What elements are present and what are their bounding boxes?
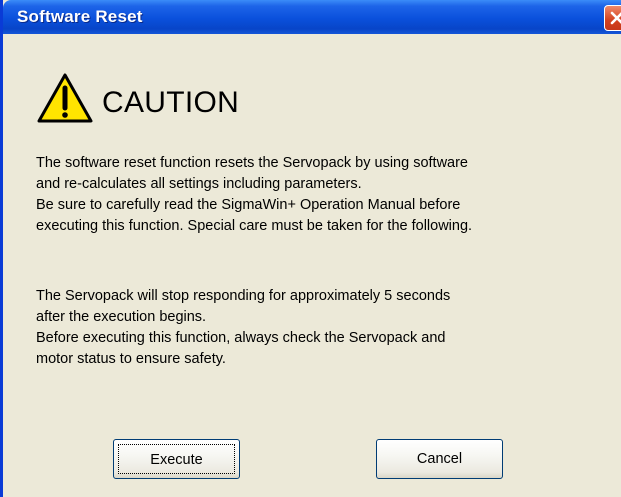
message-line: The software reset function resets the S…: [36, 155, 468, 171]
message-line: and re-calculates all settings including…: [36, 176, 362, 192]
execute-button[interactable]: Execute: [113, 439, 240, 479]
software-reset-dialog: Software Reset CAUTION The software rese…: [0, 0, 621, 497]
window-title: Software Reset: [17, 7, 143, 26]
message-line: executing this function. Special care mu…: [36, 218, 473, 234]
message-line: Before executing this function, always c…: [36, 330, 446, 346]
close-button[interactable]: [604, 5, 621, 31]
message-paragraph-2: The Servopack will stop responding for a…: [36, 286, 616, 370]
message-line: The Servopack will stop responding for a…: [36, 288, 451, 304]
message-line: Be sure to carefully read the SigmaWin+ …: [36, 197, 461, 213]
message-line: after the execution begins.: [36, 309, 207, 325]
message-line: motor status to ensure safety.: [36, 351, 226, 367]
close-icon: [610, 11, 621, 25]
caution-heading: CAUTION: [102, 86, 240, 119]
warning-triangle-icon: [37, 73, 93, 123]
title-bar[interactable]: Software Reset: [3, 0, 621, 34]
dialog-body: CAUTION The software reset function rese…: [3, 34, 621, 497]
execute-button-label: Execute: [118, 444, 235, 474]
message-paragraph-1: The software reset function resets the S…: [36, 153, 616, 237]
cancel-button[interactable]: Cancel: [376, 439, 503, 479]
